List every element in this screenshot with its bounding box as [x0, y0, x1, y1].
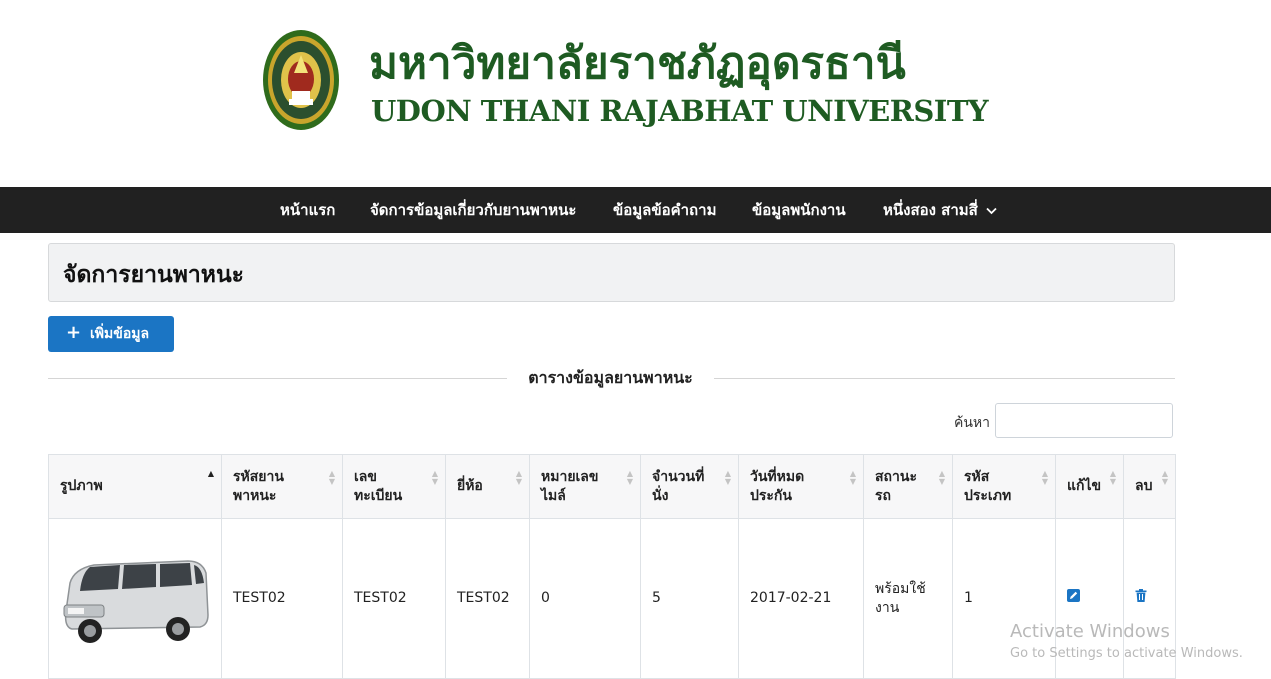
page-title-panel: จัดการยานพาหนะ: [48, 243, 1175, 302]
table-row: TEST02 TEST02 TEST02 0 5 2017-02-21 พร้อ…: [48, 518, 1176, 679]
nav-item-user-menu[interactable]: หนึ่งสอง สามสี่: [883, 187, 997, 233]
column-header-brand[interactable]: ยี่ห้อ ▲ ▼: [445, 454, 530, 519]
trash-icon[interactable]: [1135, 589, 1147, 602]
column-header-insurance-expiry[interactable]: วันที่หมดประกัน ▲ ▼: [738, 454, 864, 519]
sort-icon: ▲ ▼: [328, 469, 335, 486]
column-header-vehicle-id[interactable]: รหัสยานพาหนะ ▲ ▼: [221, 454, 343, 519]
column-header-label: สถานะรถ: [875, 468, 917, 504]
nav-item-home[interactable]: หน้าแรก: [280, 187, 335, 233]
cell-insurance-expiry: 2017-02-21: [738, 518, 864, 679]
nav-item-manage-vehicles[interactable]: จัดการข้อมูลเกี่ยวกับยานพาหนะ: [370, 187, 576, 233]
column-header-label: วันที่หมดประกัน: [750, 468, 805, 504]
section-divider-left: [48, 378, 507, 379]
cell-status: พร้อมใช้งาน: [863, 518, 953, 679]
column-header-label: รหัสยานพาหนะ: [233, 468, 284, 504]
search-input[interactable]: [995, 403, 1173, 438]
sort-ascending-icon: ▲▼: [207, 469, 214, 478]
site-header: มหาวิทยาลัยราชภัฏอุดรธานี UDON THANI RAJ…: [0, 0, 1271, 187]
column-header-image[interactable]: รูปภาพ ▲▼: [48, 454, 222, 519]
table-header-row: รูปภาพ ▲▼ รหัสยานพาหนะ ▲▼ เลขทะเบียน ▲▼ ยี่…: [48, 454, 1176, 519]
sort-icon: ▲ ▼: [1041, 469, 1048, 486]
page-title: จัดการยานพาหนะ: [63, 262, 245, 288]
column-header-delete[interactable]: ลบ ▲ ▼: [1123, 454, 1176, 519]
nav-item-employees[interactable]: ข้อมูลพนักงาน: [752, 187, 846, 233]
section-divider-right: [714, 378, 1175, 379]
column-header-label: ลบ: [1135, 478, 1153, 494]
sort-icon: ▲ ▼: [1109, 469, 1116, 486]
logo-text-thai: มหาวิทยาลัยราชภัฏอุดรธานี: [369, 38, 906, 89]
add-data-button[interactable]: + เพิ่มข้อมูล: [48, 316, 174, 352]
column-header-label: รหัสประเภท: [964, 468, 1012, 504]
search-label: ค้นหา: [954, 415, 991, 431]
nav-item-label: หน้าแรก: [280, 201, 336, 219]
column-header-type-id[interactable]: รหัสประเภท ▲ ▼: [952, 454, 1056, 519]
sort-icon: ▲ ▼: [626, 469, 633, 486]
vehicle-table: รูปภาพ ▲▼ รหัสยานพาหนะ ▲▼ เลขทะเบียน ▲▼ ยี่…: [48, 454, 1176, 679]
cell-plate: TEST02: [342, 518, 446, 679]
column-header-status[interactable]: สถานะรถ ▲ ▼: [863, 454, 953, 519]
nav-item-questions[interactable]: ข้อมูลข้อคำถาม: [613, 187, 716, 233]
logo-text-english: UDON THANI RAJABHAT UNIVERSITY: [371, 94, 989, 128]
column-header-label: แก้ไข: [1067, 478, 1102, 494]
column-header-label: รูปภาพ: [60, 478, 103, 494]
nav-item-label: จัดการข้อมูลเกี่ยวกับยานพาหนะ: [370, 201, 577, 219]
cell-vehicle-id: TEST02: [221, 518, 343, 679]
column-header-edit[interactable]: แก้ไข ▲ ▼: [1055, 454, 1124, 519]
add-data-button-label: เพิ่มข้อมูล: [90, 326, 150, 342]
sort-icon: ▲ ▼: [431, 469, 438, 486]
sort-icon: ▲ ▼: [724, 469, 731, 486]
nav-item-label: ข้อมูลข้อคำถาม: [613, 201, 717, 219]
column-header-label: จำนวนที่นั่ง: [652, 468, 705, 504]
main-navbar: หน้าแรก จัดการข้อมูลเกี่ยวกับยานพาหนะ ข้…: [0, 187, 1271, 233]
column-header-label: ยี่ห้อ: [457, 478, 483, 494]
van-image: [63, 559, 209, 643]
sort-icon: ▲ ▼: [938, 469, 945, 486]
university-seal-logo: [263, 30, 339, 130]
column-header-label: หมายเลขไมล์: [541, 468, 599, 504]
column-header-plate[interactable]: เลขทะเบียน ▲ ▼: [342, 454, 446, 519]
edit-icon[interactable]: [1067, 589, 1080, 602]
cell-mileage: 0: [529, 518, 641, 679]
column-header-mileage[interactable]: หมายเลขไมล์ ▲ ▼: [529, 454, 641, 519]
column-header-label: เลขทะเบียน: [354, 468, 403, 504]
nav-item-label: ข้อมูลพนักงาน: [752, 201, 846, 219]
sort-icon: ▲ ▼: [849, 469, 856, 486]
sort-icon: ▲ ▼: [515, 469, 522, 486]
nav-item-label: หนึ่งสอง สามสี่: [883, 201, 978, 219]
cell-brand: TEST02: [445, 518, 530, 679]
column-header-seats[interactable]: จำนวนที่นั่ง ▲ ▼: [640, 454, 739, 519]
cell-seats: 5: [640, 518, 739, 679]
plus-icon: +: [66, 322, 82, 343]
sort-icon: ▲ ▼: [1161, 469, 1168, 486]
cell-image: [48, 518, 222, 679]
chevron-down-icon: [986, 207, 997, 214]
windows-activation-title: Activate Windows: [1010, 621, 1170, 642]
section-title: ตารางข้อมูลยานพาหนะ: [528, 368, 693, 387]
